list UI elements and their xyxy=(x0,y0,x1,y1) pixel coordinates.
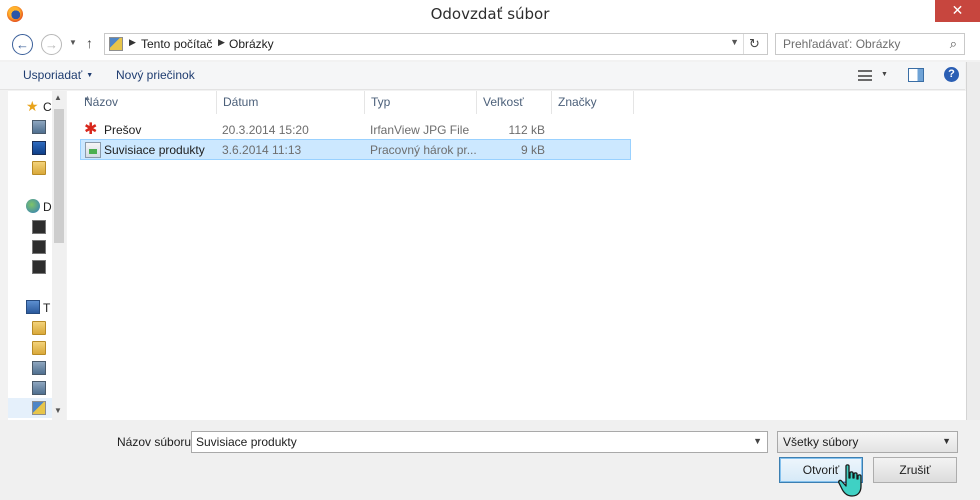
new-folder-button[interactable]: Nový priečinok xyxy=(116,68,195,82)
hand-cursor-icon xyxy=(838,464,862,497)
search-placeholder: Prehľadávať: Obrázky xyxy=(783,37,901,51)
spreadsheet-icon xyxy=(85,142,101,158)
file-size: 112 kB xyxy=(508,123,545,137)
navpane-item-pictures[interactable] xyxy=(8,399,48,419)
forward-button[interactable]: → xyxy=(41,34,62,55)
chevron-down-icon: ▼ xyxy=(942,436,951,446)
file-upload-dialog: Odovzdať súbor ✕ ← → ▼ ↑ ▶ Tento počítač… xyxy=(0,0,980,500)
filetype-select[interactable]: Všetky súbory ▼ xyxy=(777,431,958,453)
user-icon xyxy=(32,240,46,254)
filename-input[interactable]: Suvisiace produkty ▼ xyxy=(191,431,768,453)
window-title: Odovzdať súbor xyxy=(430,5,550,23)
navigation-bar: ← → ▼ ↑ ▶ Tento počítač ▶ Obrázky ▼ ↻ Pr… xyxy=(0,28,980,60)
navpane-item-favorites[interactable]: ★ C xyxy=(8,97,52,117)
column-header-label: Dátum xyxy=(223,95,259,109)
pictures-folder-icon xyxy=(109,37,123,51)
file-list: ▲ Názov Dátum Typ Veľkosť Značky ✱ Prešo… xyxy=(67,91,966,420)
navpane-item[interactable] xyxy=(8,339,48,359)
view-details-icon[interactable] xyxy=(858,70,872,81)
column-header-date[interactable]: Dátum xyxy=(217,91,365,114)
file-name: Prešov xyxy=(104,123,142,137)
navpane-item[interactable] xyxy=(8,319,48,339)
network-folder-icon xyxy=(32,120,46,134)
filetype-value: Všetky súbory xyxy=(783,435,859,449)
folder-icon xyxy=(32,341,46,355)
file-name: Suvisiace produkty xyxy=(104,143,205,157)
preview-pane-icon[interactable] xyxy=(908,68,924,82)
navpane-item[interactable] xyxy=(8,238,48,258)
file-date: 3.6.2014 11:13 xyxy=(222,143,302,157)
file-type: Pracovný hárok pr... xyxy=(370,143,477,157)
navpane-label: C xyxy=(43,100,52,114)
navigation-pane: ★ C D T ▲ ▼ xyxy=(8,91,66,420)
column-header-label: Značky xyxy=(558,95,597,109)
search-icon[interactable]: ⌕ xyxy=(950,36,957,52)
chevron-down-icon: ▼ xyxy=(86,72,94,79)
filename-history-chevron-down-icon[interactable]: ▼ xyxy=(753,436,762,446)
breadcrumb-this-pc[interactable]: Tento počítač xyxy=(141,37,212,51)
column-header-label: Názov xyxy=(84,95,119,109)
title-bar: Odovzdať súbor ✕ xyxy=(0,0,980,28)
folder-icon xyxy=(32,161,46,175)
folder-icon xyxy=(32,321,46,335)
column-header-name[interactable]: ▲ Názov xyxy=(78,91,217,114)
file-row[interactable]: ✱ Prešov 20.3.2014 15:20 IrfanView JPG F… xyxy=(80,120,631,141)
column-header-tags[interactable]: Značky xyxy=(552,91,634,114)
column-header-type[interactable]: Typ xyxy=(365,91,477,114)
user-icon xyxy=(32,260,46,274)
address-dropdown-chevron-down-icon[interactable]: ▼ xyxy=(730,37,739,47)
network-folder-icon xyxy=(32,361,46,375)
scroll-up-icon[interactable]: ▲ xyxy=(54,93,62,102)
filename-value: Suvisiace produkty xyxy=(196,435,297,449)
navpane-item[interactable] xyxy=(8,139,48,159)
navpane-item-homegroup[interactable]: D xyxy=(8,197,52,217)
navpane-item[interactable] xyxy=(8,159,48,179)
globe-icon xyxy=(26,199,40,213)
search-input[interactable]: Prehľadávať: Obrázky ⌕ xyxy=(775,33,965,55)
navpane-scrollbar[interactable]: ▲ ▼ xyxy=(52,91,66,420)
window-edge xyxy=(966,62,980,422)
organize-label: Usporiadať xyxy=(23,68,83,82)
navpane-item[interactable] xyxy=(8,118,48,138)
star-icon: ★ xyxy=(26,98,39,114)
up-button[interactable]: ↑ xyxy=(86,35,93,51)
navpane-item[interactable] xyxy=(8,218,48,238)
irfanview-icon: ✱ xyxy=(84,121,98,138)
computer-icon xyxy=(26,300,40,314)
navpane-item[interactable] xyxy=(8,379,48,399)
breadcrumb-pictures[interactable]: Obrázky xyxy=(229,37,274,51)
scroll-down-icon[interactable]: ▼ xyxy=(54,406,62,415)
column-header-size[interactable]: Veľkosť xyxy=(477,91,552,114)
column-header-label: Typ xyxy=(371,95,391,109)
address-bar[interactable]: ▶ Tento počítač ▶ Obrázky ▼ ↻ xyxy=(104,33,768,55)
file-row-selected[interactable]: Suvisiace produkty 3.6.2014 11:13 Pracov… xyxy=(80,139,631,160)
back-button[interactable]: ← xyxy=(12,34,33,55)
user-icon xyxy=(32,220,46,234)
pictures-folder-icon xyxy=(32,401,46,415)
file-size: 9 kB xyxy=(520,143,545,157)
help-icon[interactable]: ? xyxy=(944,67,959,82)
navpane-label: D xyxy=(43,200,52,214)
close-button[interactable]: ✕ xyxy=(935,0,980,22)
recent-locations-chevron-down-icon[interactable]: ▼ xyxy=(69,38,77,47)
navpane-item[interactable] xyxy=(8,359,48,379)
network-folder-icon xyxy=(32,381,46,395)
view-options-chevron-down-icon[interactable]: ▼ xyxy=(881,71,888,78)
breadcrumb-separator-icon[interactable]: ▶ xyxy=(129,37,136,48)
command-toolbar: Usporiadať ▼ Nový priečinok ▼ ? xyxy=(0,62,965,90)
navpane-item[interactable] xyxy=(8,258,48,278)
refresh-button[interactable]: ↻ xyxy=(743,34,765,54)
cancel-button[interactable]: Zrušiť xyxy=(873,457,957,483)
scrollbar-thumb[interactable] xyxy=(54,109,64,243)
navpane-label: T xyxy=(43,301,51,315)
breadcrumb-separator-icon[interactable]: ▶ xyxy=(218,37,225,48)
desktop-icon xyxy=(32,141,46,155)
file-date: 20.3.2014 15:20 xyxy=(222,123,309,137)
column-header-label: Veľkosť xyxy=(483,95,524,109)
organize-menu[interactable]: Usporiadať ▼ xyxy=(23,68,93,82)
filename-label: Názov súboru: xyxy=(117,435,195,449)
dialog-footer: Názov súboru: Suvisiace produkty ▼ Všetk… xyxy=(0,420,980,500)
file-type: IrfanView JPG File xyxy=(370,123,470,137)
navpane-item-this-pc[interactable]: T xyxy=(8,298,51,318)
